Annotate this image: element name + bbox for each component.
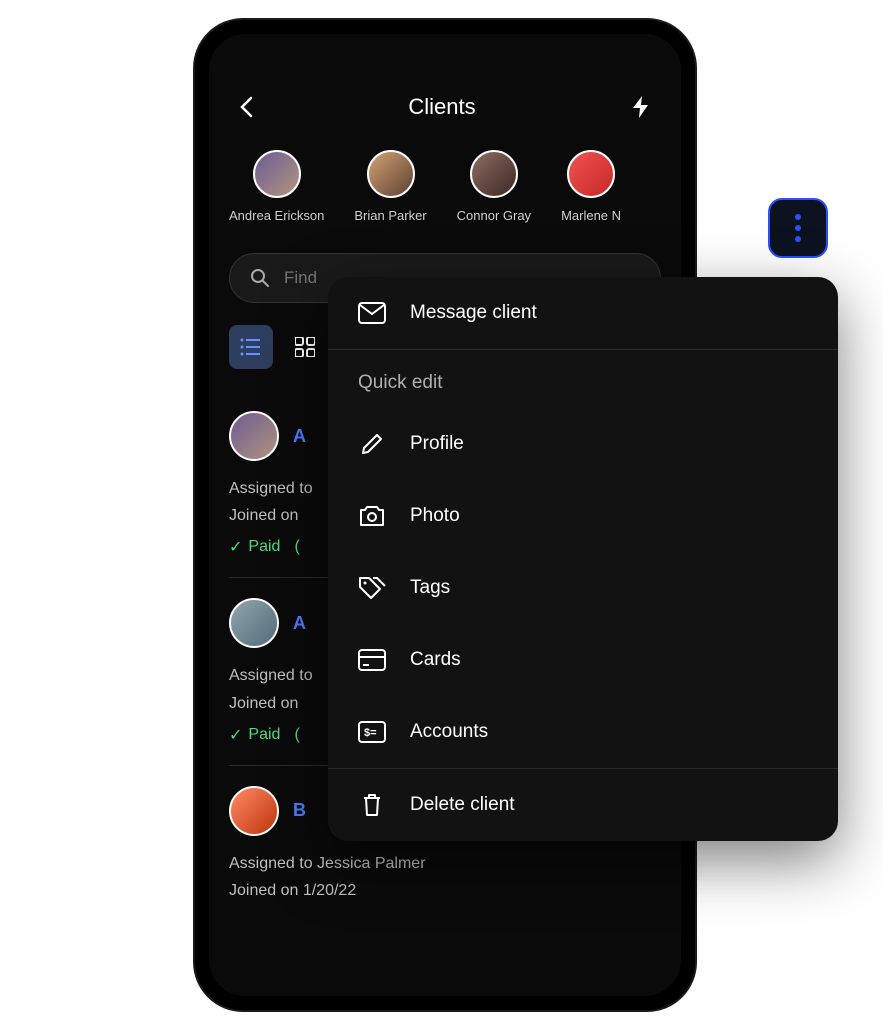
list-view-button[interactable] [229, 325, 273, 369]
avatar [367, 150, 415, 198]
joined-on: Joined on 1/20/22 [229, 877, 661, 904]
menu-item-label: Delete client [410, 794, 515, 816]
menu-item-label: Message client [410, 302, 537, 324]
page-title: Clients [408, 94, 475, 120]
tags-item[interactable]: Tags [328, 552, 838, 624]
svg-text:$=: $= [364, 727, 377, 739]
assigned-to: Assigned to Jessica Palmer [229, 850, 661, 877]
client-name: A [293, 613, 306, 634]
back-button[interactable] [239, 96, 253, 118]
avatar [470, 150, 518, 198]
accounts-icon: $= [358, 718, 386, 746]
section-title: Quick edit [328, 350, 838, 408]
menu-item-label: Accounts [410, 721, 488, 743]
camera-icon [358, 502, 386, 530]
message-client-item[interactable]: Message client [328, 277, 838, 349]
client-chip[interactable]: Marlene N [561, 150, 621, 223]
kebab-menu-button[interactable] [768, 198, 828, 258]
avatar [229, 411, 279, 461]
grid-view-button[interactable] [283, 325, 327, 369]
menu-item-label: Photo [410, 505, 460, 527]
client-name: B [293, 800, 306, 821]
context-menu: Message client Quick edit Profile Photo … [328, 277, 838, 841]
card-icon [358, 646, 386, 674]
bolt-icon[interactable] [631, 95, 651, 119]
clients-row: Andrea Erickson Brian Parker Connor Gray… [209, 140, 681, 243]
avatar [567, 150, 615, 198]
photo-item[interactable]: Photo [328, 480, 838, 552]
delete-client-item[interactable]: Delete client [328, 769, 838, 841]
checkmark-icon: ✓ [229, 537, 242, 557]
pencil-icon [358, 430, 386, 458]
client-name: A [293, 426, 306, 447]
client-chip-name: Marlene N [561, 208, 621, 223]
trash-icon [358, 791, 386, 819]
kebab-icon [795, 214, 801, 242]
client-chip[interactable]: Brian Parker [354, 150, 426, 223]
avatar [229, 598, 279, 648]
avatar [229, 786, 279, 836]
menu-item-label: Tags [410, 577, 450, 599]
paid-badge: ✓ Paid [229, 725, 280, 745]
client-chip-name: Andrea Erickson [229, 208, 324, 223]
tags-icon [358, 574, 386, 602]
avatar [253, 150, 301, 198]
envelope-icon [358, 299, 386, 327]
client-chip[interactable]: Connor Gray [457, 150, 531, 223]
status-badge: ( [294, 538, 299, 556]
accounts-item[interactable]: $= Accounts [328, 696, 838, 768]
client-chip-name: Connor Gray [457, 208, 531, 223]
paid-label: Paid [248, 726, 280, 744]
menu-item-label: Cards [410, 649, 461, 671]
paid-label: Paid [248, 538, 280, 556]
client-chip[interactable]: Andrea Erickson [229, 150, 324, 223]
checkmark-icon: ✓ [229, 725, 242, 745]
profile-item[interactable]: Profile [328, 408, 838, 480]
search-icon [250, 268, 270, 288]
header: Clients [209, 74, 681, 140]
client-chip-name: Brian Parker [354, 208, 426, 223]
status-badge: ( [294, 726, 299, 744]
menu-item-label: Profile [410, 433, 464, 455]
paid-badge: ✓ Paid [229, 537, 280, 557]
cards-item[interactable]: Cards [328, 624, 838, 696]
